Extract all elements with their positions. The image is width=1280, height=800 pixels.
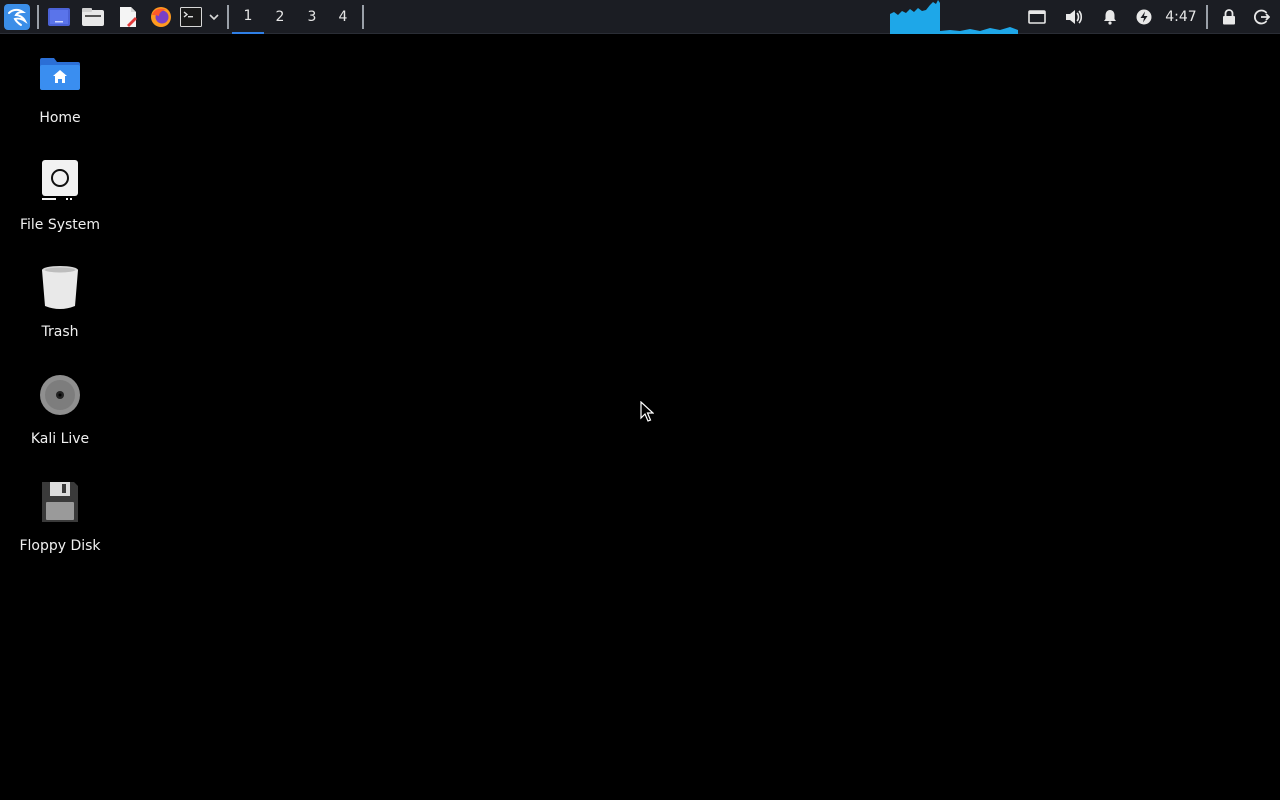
home-folder-icon — [40, 58, 80, 90]
text-editor-icon — [120, 7, 137, 27]
show-desktop-icon — [48, 8, 70, 26]
cpu-graph[interactable] — [890, 0, 1020, 34]
top-panel: 1 2 3 4 4:47 — [0, 0, 1280, 34]
terminal-button[interactable] — [178, 0, 204, 34]
desktop-icon-home[interactable]: Home — [10, 56, 110, 156]
chevron-down-icon — [209, 14, 219, 21]
logout-icon — [1254, 9, 1270, 25]
terminal-dropdown-button[interactable] — [206, 0, 222, 34]
workspace-3[interactable]: 3 — [296, 0, 328, 34]
display-icon — [1028, 10, 1046, 24]
lock-icon — [1223, 9, 1235, 25]
desktop-icon-floppy-disk[interactable]: Floppy Disk — [10, 480, 110, 580]
lock-screen-button[interactable] — [1218, 0, 1240, 34]
panel-separator — [362, 5, 364, 29]
panel-separator — [37, 5, 39, 29]
text-editor-button[interactable] — [115, 0, 141, 34]
power-manager-button[interactable] — [1133, 0, 1155, 34]
desktop-icon-label: File System — [19, 217, 101, 233]
clock[interactable]: 4:47 — [1161, 0, 1201, 34]
cpu-graph-icon — [890, 0, 1018, 34]
logout-button[interactable] — [1251, 0, 1273, 34]
desktop-screen: 1 2 3 4 4:47 Home File System Trash Kali… — [0, 0, 1280, 800]
desktop-icon-file-system[interactable]: File System — [10, 160, 110, 260]
file-manager-icon — [82, 8, 104, 26]
clock-text: 4:47 — [1165, 9, 1197, 25]
desktop-icon-kali-live[interactable]: Kali Live — [10, 374, 110, 474]
desktop-icon-label: Kali Live — [30, 431, 90, 447]
firefox-button[interactable] — [148, 0, 174, 34]
power-charge-icon — [1136, 9, 1152, 25]
floppy-disk-icon — [42, 482, 78, 522]
trash-icon — [42, 266, 78, 309]
desktop-icon-trash[interactable]: Trash — [10, 266, 110, 366]
file-manager-button[interactable] — [80, 0, 106, 34]
disc-icon — [40, 375, 80, 415]
workspace-1[interactable]: 1 — [232, 0, 264, 34]
desktop-icon-label: Home — [39, 110, 81, 126]
desktop-icon-label: Floppy Disk — [19, 538, 101, 554]
terminal-icon — [180, 7, 202, 27]
workspace-2[interactable]: 2 — [264, 0, 296, 34]
desktop-icon-label: Trash — [41, 324, 79, 340]
panel-separator — [227, 5, 229, 29]
volume-button[interactable] — [1063, 0, 1085, 34]
firefox-icon — [151, 7, 171, 27]
file-system-icon — [42, 160, 78, 200]
notifications-button[interactable] — [1099, 0, 1121, 34]
kali-menu-icon — [4, 4, 30, 30]
volume-icon — [1066, 10, 1083, 24]
panel-separator — [1206, 5, 1208, 29]
display-button[interactable] — [1026, 0, 1048, 34]
workspace-4[interactable]: 4 — [327, 0, 359, 34]
show-desktop-button[interactable] — [46, 0, 72, 34]
bell-icon — [1104, 10, 1116, 25]
kali-menu-button[interactable] — [3, 0, 31, 34]
mouse-cursor-icon — [640, 401, 654, 422]
